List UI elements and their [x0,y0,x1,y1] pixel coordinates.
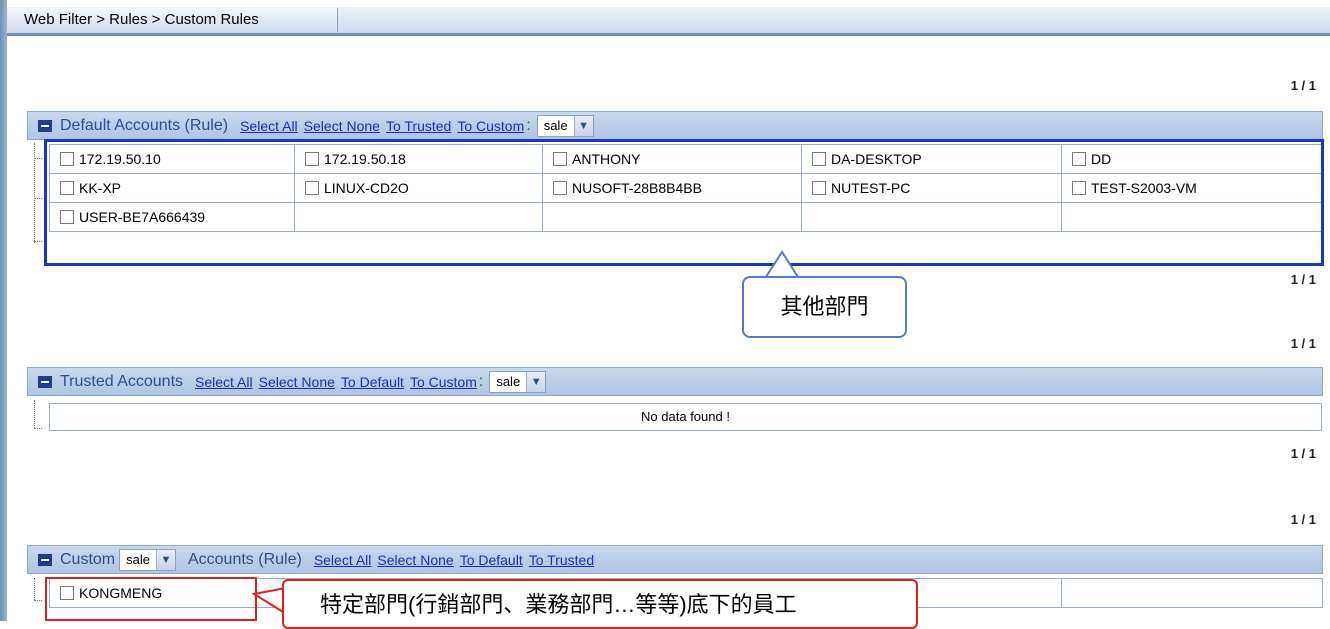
collapse-minus-icon[interactable] [38,375,52,388]
custom-select-none-link[interactable]: Select None [377,552,453,568]
chevron-down-icon[interactable]: ▼ [526,371,546,392]
tree-connector [34,600,42,601]
pager-custom-top: 1 / 1 [1290,512,1316,527]
pager-top: 1 / 1 [1290,78,1316,93]
annotation-highlight-red [45,577,257,621]
custom-group-select[interactable]: sale ▼ [119,548,176,571]
chevron-down-icon[interactable]: ▼ [573,115,593,136]
chevron-down-icon[interactable]: ▼ [155,549,175,570]
tree-connector [34,400,35,428]
trusted-select-all-link[interactable]: Select All [195,374,253,390]
trusted-empty-message: No data found ! [49,403,1322,431]
custom-select-all-link[interactable]: Select All [314,552,372,568]
collapse-minus-icon[interactable] [38,119,52,132]
tree-connector [34,241,42,242]
breadcrumb-underline [7,33,1330,36]
trusted-select-none-link[interactable]: Select None [259,374,335,390]
collapse-minus-icon[interactable] [38,553,52,566]
default-accounts-header: Default Accounts (Rule) Select All Selec… [27,111,1323,140]
custom-title-suffix: Accounts (Rule) [187,550,302,568]
pager-trusted-bottom: 1 / 1 [1290,446,1316,461]
trusted-accounts-header: Trusted Accounts Select All Select None … [27,367,1323,396]
default-accounts-title: Default Accounts (Rule) [60,116,229,134]
custom-accounts-header: Custom sale ▼ Accounts (Rule) Select All… [27,545,1323,574]
trusted-group-select[interactable]: sale ▼ [489,370,547,393]
default-to-trusted-link[interactable]: To Trusted [386,118,451,134]
custom-to-trusted-link[interactable]: To Trusted [529,552,594,568]
tree-connector [34,158,42,159]
left-frame-rail [0,0,7,621]
callout-red: 特定部門(行銷部門、業務部門…等等)底下的員工 [282,579,918,629]
default-to-custom-link[interactable]: To Custom [457,118,524,134]
annotation-highlight-blue [44,139,1324,266]
breadcrumb: Web Filter > Rules > Custom Rules [8,8,338,32]
trusted-group-select-value: sale [496,374,521,389]
pager-default-bottom: 1 / 1 [1290,272,1316,287]
pager-trusted-top: 1 / 1 [1290,336,1316,351]
default-select-none-link[interactable]: Select None [304,118,380,134]
trusted-accounts-title: Trusted Accounts [60,372,184,390]
trusted-colon: : [478,372,484,390]
custom-to-default-link[interactable]: To Default [460,552,523,568]
default-colon: : [526,116,531,134]
empty-cell [1061,578,1323,608]
tree-connector [34,428,42,429]
tree-connector [34,198,42,199]
custom-group-select-value: sale [126,552,150,567]
tree-connector [34,578,35,600]
default-group-select-value: sale [543,118,568,133]
callout-blue: 其他部門 [742,276,907,338]
default-group-select[interactable]: sale ▼ [536,114,594,137]
trusted-to-custom-link[interactable]: To Custom [410,374,477,390]
custom-title-prefix: Custom [60,550,116,568]
default-select-all-link[interactable]: Select All [240,118,298,134]
trusted-to-default-link[interactable]: To Default [341,374,404,390]
